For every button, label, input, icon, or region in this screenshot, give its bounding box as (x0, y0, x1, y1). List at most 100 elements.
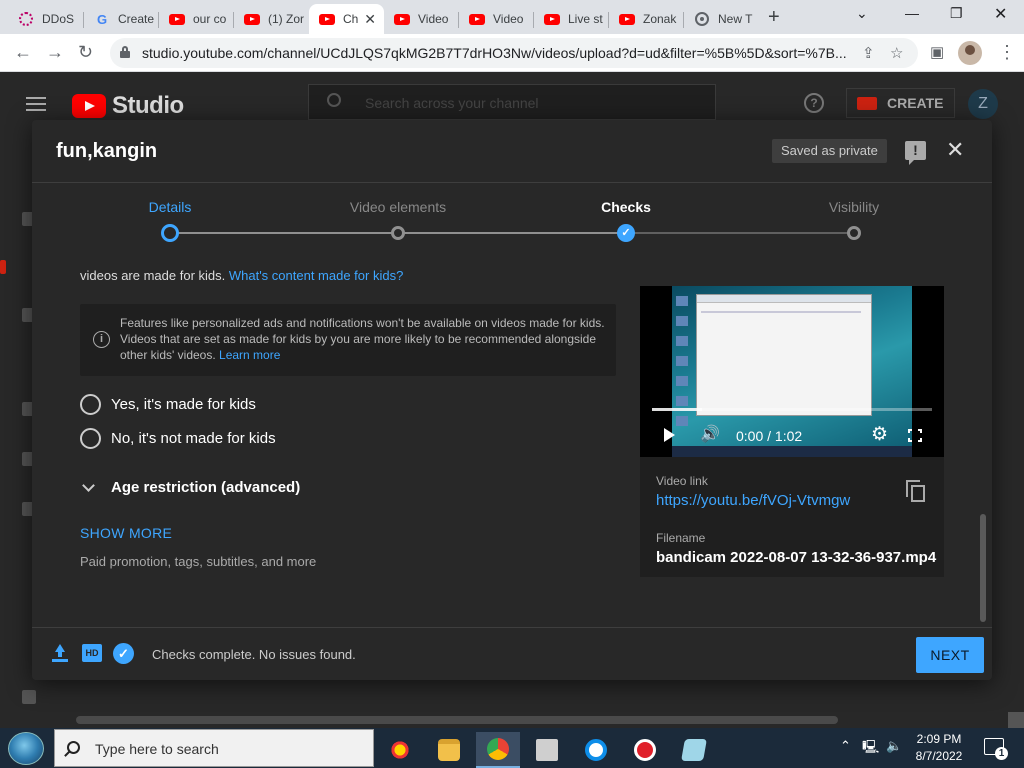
close-dialog-icon[interactable]: ✕ (946, 138, 964, 162)
profile-avatar[interactable] (958, 41, 982, 65)
back-icon[interactable]: ← (14, 42, 32, 62)
tab-label: Live st (568, 12, 603, 26)
tray-chevron-icon[interactable]: ⌃ (840, 738, 851, 754)
browser-tab[interactable]: New T (684, 4, 759, 34)
tab-label: Ch (343, 12, 359, 26)
restore-button[interactable]: ❐ (950, 5, 963, 22)
radio-made-for-kids[interactable]: Yes, it's made for kids (80, 394, 256, 415)
search-icon (67, 741, 80, 754)
record-icon (634, 739, 656, 761)
browser-tab[interactable]: (1) Zor (234, 4, 309, 34)
step-checks-check-icon[interactable]: ✓ (617, 224, 635, 242)
show-more-button[interactable]: SHOW MORE (80, 525, 172, 541)
reload-icon[interactable]: ↻ (78, 42, 93, 62)
learn-more-link[interactable]: Learn more (219, 348, 280, 362)
taskbar-app-explorer[interactable] (427, 732, 471, 768)
new-tab-button[interactable]: + (768, 6, 780, 29)
taskbar-search[interactable]: Type here to search (54, 729, 374, 767)
step-details[interactable]: Details (149, 199, 192, 215)
help-icon[interactable]: ? (804, 93, 824, 113)
youtube-icon (169, 11, 185, 27)
feedback-sidebar-icon[interactable] (22, 690, 36, 704)
upload-stepper: Details Video elements Checks ✓ Visibili… (32, 183, 992, 243)
channel-avatar[interactable]: Z (968, 89, 998, 119)
radio-not-made-for-kids[interactable]: No, it's not made for kids (80, 428, 276, 449)
upload-icon[interactable] (52, 644, 68, 662)
more-menu-icon[interactable]: ⋮ (998, 42, 1016, 62)
feedback-icon[interactable] (905, 141, 926, 165)
made-for-kids-link[interactable]: What's content made for kids? (229, 268, 403, 283)
browser-tab[interactable]: Video (384, 4, 459, 34)
folder-icon (438, 739, 460, 761)
browser-tab[interactable]: Video (459, 4, 534, 34)
volume-icon[interactable]: 🔊 (700, 427, 720, 443)
next-button[interactable]: NEXT (916, 637, 984, 673)
browser-tab[interactable]: our co (159, 4, 234, 34)
taskbar-app-teamviewer[interactable] (574, 732, 618, 768)
age-restriction-label: Age restriction (advanced) (111, 479, 301, 496)
studio-logo[interactable]: Studio (72, 92, 184, 120)
clock-time: 2:09 PM (916, 732, 962, 746)
start-button[interactable] (8, 732, 44, 765)
network-icon[interactable]: 🖳 (862, 738, 879, 760)
close-tab-icon[interactable]: ✕ (364, 11, 376, 28)
taskbar-app-sun[interactable] (378, 732, 422, 768)
dialog-scrollbar[interactable] (980, 514, 986, 622)
browser-tab[interactable]: DDoS (8, 4, 84, 34)
video-progress-bar[interactable] (652, 408, 932, 411)
step-video-elements-indicator[interactable] (391, 226, 405, 240)
menu-icon[interactable] (26, 97, 46, 111)
url-text[interactable]: studio.youtube.com/channel/UCdJLQS7qkMG2… (142, 45, 852, 61)
browser-tab[interactable]: Zonak (609, 4, 684, 34)
channel-search[interactable]: Search across your channel (308, 84, 716, 120)
taskbar-app-notes[interactable] (672, 732, 716, 768)
hd-icon[interactable]: HD (82, 644, 102, 662)
notification-count: 1 (995, 747, 1008, 760)
notice-body: Features like personalized ads and notif… (120, 316, 605, 362)
video-link[interactable]: https://youtu.be/fVOj-Vtvmgw (656, 492, 850, 509)
play-icon[interactable] (664, 428, 675, 442)
forward-icon[interactable]: → (46, 42, 64, 62)
browser-tab[interactable]: Live st (534, 4, 609, 34)
step-details-indicator[interactable] (161, 224, 179, 242)
copy-icon[interactable] (906, 480, 926, 502)
tab-search-icon[interactable]: ⌄ (856, 5, 868, 22)
step-checks[interactable]: Checks (601, 199, 651, 215)
chevron-down-icon (82, 478, 95, 492)
volume-tray-icon[interactable]: 🔈 (886, 738, 902, 754)
step-video-elements[interactable]: Video elements (350, 199, 446, 215)
gear-icon[interactable]: ⚙ (871, 425, 888, 444)
browser-toolbar: ← → ↻ studio.youtube.com/channel/UCdJLQS… (0, 34, 1024, 72)
radio-circle-icon[interactable] (80, 394, 101, 415)
bookmark-star-icon[interactable]: ☆ (890, 44, 903, 62)
side-panel-icon[interactable]: ▣ (930, 43, 944, 63)
address-bar[interactable]: studio.youtube.com/channel/UCdJLQS7qkMG2… (110, 38, 918, 68)
youtube-icon (619, 11, 635, 27)
window-close-button[interactable]: ✕ (994, 4, 1007, 24)
share-icon[interactable]: ⇪ (862, 44, 875, 62)
video-player[interactable]: 🔊 0:00 / 1:02 ⚙ (640, 286, 944, 457)
audience-text: videos are made for kids. (80, 268, 226, 283)
checks-complete-icon[interactable]: ✓ (113, 643, 134, 664)
page-horizontal-scrollbar[interactable] (76, 716, 838, 724)
taskbar-app-installer[interactable] (525, 732, 569, 768)
age-restriction-toggle[interactable]: Age restriction (advanced) (82, 478, 301, 496)
taskbar-app-recorder[interactable] (623, 732, 667, 768)
lock-icon[interactable] (120, 46, 130, 58)
notes-icon (681, 739, 707, 761)
create-button[interactable]: CREATE (846, 88, 955, 118)
system-clock[interactable]: 2:09 PM 8/7/2022 (906, 731, 972, 765)
radio-circle-icon[interactable] (80, 428, 101, 449)
tab-label: Zonak (643, 12, 677, 26)
tab-label: our co (193, 12, 227, 26)
video-time: 0:00 / 1:02 (736, 428, 803, 444)
browser-tab-active[interactable]: Ch ✕ (309, 4, 384, 34)
taskbar-app-chrome[interactable] (476, 732, 520, 768)
search-icon (327, 93, 341, 107)
minimize-button[interactable]: — (905, 5, 919, 21)
step-visibility[interactable]: Visibility (829, 199, 879, 215)
step-visibility-indicator[interactable] (847, 226, 861, 240)
browser-tab[interactable]: G Create (84, 4, 159, 34)
notification-center-icon[interactable]: 1 (984, 738, 1008, 760)
fullscreen-icon[interactable] (908, 429, 922, 442)
